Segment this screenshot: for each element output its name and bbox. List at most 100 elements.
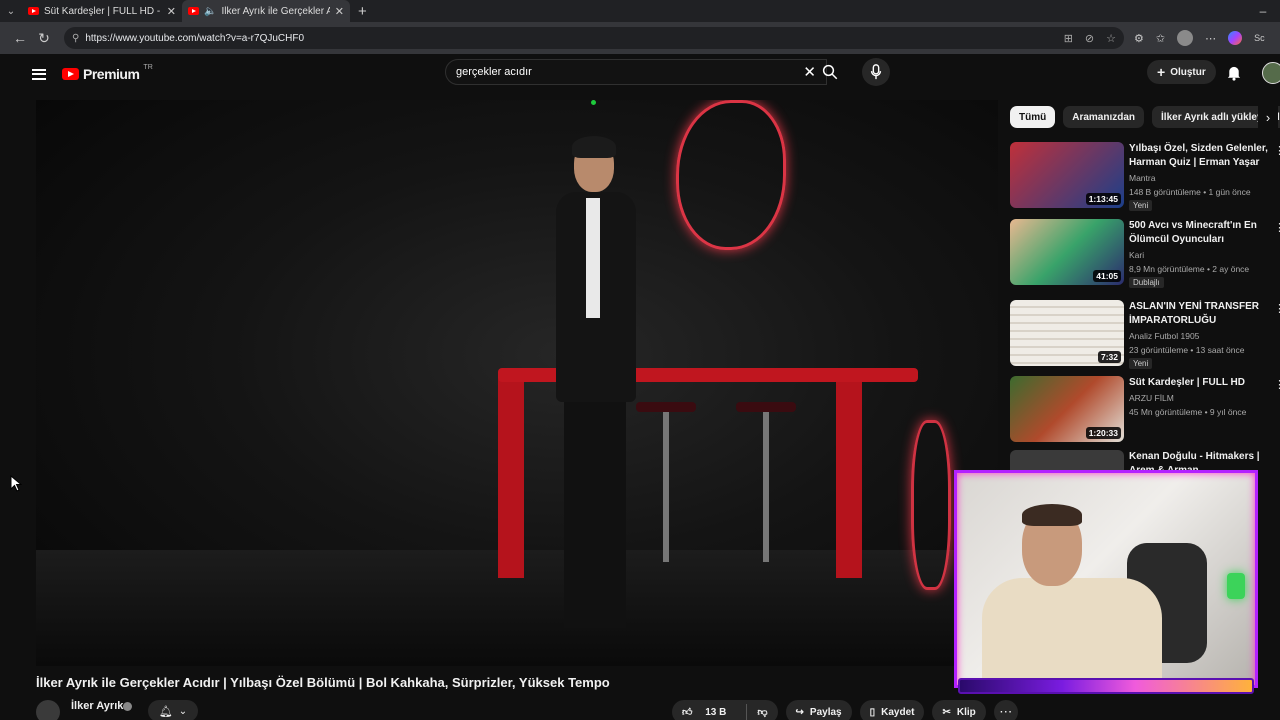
url-text: https://www.youtube.com/watch?v=a-r7QJuC… xyxy=(85,32,305,44)
share-icon: ↪ xyxy=(795,706,804,718)
search-box: ✕ xyxy=(445,59,827,85)
recommendation-item[interactable]: 7:32 ASLAN'IN YENİ TRANSFER İMPARATORLUĞ… xyxy=(1010,300,1280,372)
recommendation-title[interactable]: Kenan Doğulu - Hitmakers | Arem & Arman xyxy=(1129,450,1269,470)
more-options-icon[interactable]: ⋮ xyxy=(1274,302,1280,315)
stool xyxy=(736,402,796,412)
recommendation-item[interactable]: 41:05 500 Avcı vs Minecraft'ın En Ölümcü… xyxy=(1010,219,1280,291)
copilot-icon[interactable] xyxy=(1228,31,1243,45)
filter-chips: Tümü Aramanızdan İlker Ayrık adlı yükley… xyxy=(1010,106,1280,128)
tab-title: İlker Ayrık ile Gerçekler Acıdır xyxy=(221,5,330,17)
reload-icon[interactable]: ↻ xyxy=(32,30,56,47)
microphone-icon xyxy=(870,64,882,80)
close-tab-icon[interactable]: ✕ xyxy=(167,5,176,18)
recommendation-item[interactable]: Kenan Doğulu - Hitmakers | Arem & Arman xyxy=(1010,450,1280,470)
streamer-hair xyxy=(1022,504,1082,526)
video-player[interactable] xyxy=(36,100,998,666)
new-badge: Yeni xyxy=(1129,358,1153,369)
dubbed-badge: Dublajlı xyxy=(1129,277,1164,288)
video-thumbnail[interactable]: 1:13:45 xyxy=(1010,142,1124,208)
recommendation-title[interactable]: ASLAN'IN YENİ TRANSFER İMPARATORLUĞU YIL… xyxy=(1129,300,1269,328)
create-button[interactable]: + Oluştur xyxy=(1147,60,1216,84)
channel-name[interactable]: İlker Ayrık xyxy=(71,700,123,712)
video-actions: 👍︎ 13 B 👎︎ ↪ Paylaş ▯ Kaydet ✂ Klip ⋯ xyxy=(672,700,1018,720)
chip-all[interactable]: Tümü xyxy=(1010,106,1056,128)
tracking-icon[interactable]: ⊘ xyxy=(1085,32,1094,45)
more-actions-button[interactable]: ⋯ xyxy=(993,700,1018,720)
search-input[interactable] xyxy=(456,66,804,78)
more-options-icon[interactable]: ⋮ xyxy=(1274,378,1280,391)
recommendation-title[interactable]: 500 Avcı vs Minecraft'ın En Ölümcül Oyun… xyxy=(1129,219,1269,247)
save-button[interactable]: ▯ Kaydet xyxy=(859,700,925,720)
browser-tab-ilker-ayrik[interactable]: 🔈 İlker Ayrık ile Gerçekler Acıdır ✕ xyxy=(182,0,350,22)
video-thumbnail[interactable]: 7:32 xyxy=(1010,300,1124,366)
clip-label: Klip xyxy=(956,706,976,718)
bell-icon: 🔔︎ xyxy=(158,705,173,718)
recommendation-title[interactable]: Yılbaşı Özel, Sizden Gelenler, Harman Qu… xyxy=(1129,142,1269,170)
browser-tab-bar: ⌄ Süt Kardeşler | FULL HD - YouTube ✕ 🔈 … xyxy=(0,0,1280,22)
extensions-icon[interactable]: ⚙ xyxy=(1134,32,1144,45)
more-options-icon[interactable]: ⋯ xyxy=(1205,32,1216,45)
logo-region: TR xyxy=(143,64,153,71)
video-title: İlker Ayrık ile Gerçekler Acıdır | Yılba… xyxy=(36,675,610,690)
recommendation-channel[interactable]: ARZU FİLM xyxy=(1129,393,1174,403)
profile-avatar[interactable] xyxy=(1177,30,1194,46)
clear-search-icon[interactable]: ✕ xyxy=(803,63,816,81)
browser-address-bar: ← ↻ ⚲ https://www.youtube.com/watch?v=a-… xyxy=(0,22,1280,54)
recommendation-meta: 23 görüntüleme • 13 saat önce xyxy=(1129,345,1245,355)
search-button[interactable] xyxy=(817,59,843,85)
share-label: Paylaş xyxy=(809,706,842,718)
video-thumbnail[interactable] xyxy=(1010,450,1124,470)
favorites-icon[interactable]: ✩ xyxy=(1156,32,1165,45)
like-dislike-group: 👍︎ 13 B 👎︎ xyxy=(672,700,778,720)
video-thumbnail[interactable]: 41:05 xyxy=(1010,219,1124,285)
back-arrow-icon[interactable]: ← xyxy=(8,30,32,46)
recommendation-channel[interactable]: Mantra xyxy=(1129,173,1155,183)
presenter-legs xyxy=(564,398,626,628)
more-options-icon[interactable]: ⋮ xyxy=(1274,144,1280,157)
more-options-icon[interactable]: ⋮ xyxy=(1274,221,1280,234)
window-controls: – xyxy=(1246,4,1280,18)
streamer-hoodie xyxy=(982,578,1162,685)
notifications-button[interactable] xyxy=(1226,64,1242,86)
channel-avatar[interactable] xyxy=(36,700,60,720)
account-avatar[interactable] xyxy=(1262,62,1280,84)
new-tab-button[interactable]: + xyxy=(350,3,375,20)
bookmark-star-icon[interactable]: ☆ xyxy=(1106,32,1116,45)
youtube-logo[interactable]: Premium TR xyxy=(62,64,153,82)
browser-tab-sut-kardesler[interactable]: Süt Kardeşler | FULL HD - YouTube ✕ xyxy=(22,0,182,22)
bell-icon xyxy=(1227,66,1241,81)
like-count: 13 B xyxy=(705,707,727,718)
duration-badge: 41:05 xyxy=(1093,270,1121,282)
copilot-label: Sc xyxy=(1254,33,1265,43)
install-app-icon[interactable]: ⊞ xyxy=(1064,32,1073,45)
share-button[interactable]: ↪ Paylaş xyxy=(785,700,852,720)
chip-from-search[interactable]: Aramanızdan xyxy=(1063,106,1145,128)
recommendation-item[interactable]: 1:13:45 Yılbaşı Özel, Sizden Gelenler, H… xyxy=(1010,142,1280,214)
like-button[interactable]: 👍︎ 13 B xyxy=(672,706,746,718)
presenter-hair xyxy=(572,136,616,158)
recommendation-meta: 148 B görüntüleme • 1 gün önce xyxy=(1129,187,1251,197)
youtube-favicon-icon xyxy=(188,7,199,15)
youtube-favicon-icon xyxy=(28,7,39,15)
speaker-icon[interactable]: 🔈 xyxy=(204,6,216,17)
dislike-button[interactable]: 👎︎ xyxy=(747,706,777,718)
tab-search-chevron-icon[interactable]: ⌄ xyxy=(0,0,22,22)
recommendation-title[interactable]: Süt Kardeşler | FULL HD xyxy=(1129,376,1269,390)
url-field[interactable]: ⚲ https://www.youtube.com/watch?v=a-r7QJ… xyxy=(64,27,1124,49)
recommendation-channel[interactable]: Kari xyxy=(1129,250,1144,260)
video-thumbnail[interactable]: 1:20:33 xyxy=(1010,376,1124,442)
minimize-icon[interactable]: – xyxy=(1246,4,1280,18)
chevron-right-icon[interactable]: › xyxy=(1258,106,1278,128)
neon-sign xyxy=(676,100,786,250)
voice-search-button[interactable] xyxy=(862,58,890,86)
menu-icon[interactable] xyxy=(32,68,46,80)
bookmark-icon: ▯ xyxy=(869,706,876,718)
stool-pole xyxy=(663,412,669,562)
recommendation-item[interactable]: 1:20:33 Süt Kardeşler | FULL HD ARZU FİL… xyxy=(1010,376,1280,448)
recommendation-channel[interactable]: Analiz Futbol 1905 xyxy=(1129,331,1199,341)
duration-badge: 1:13:45 xyxy=(1085,193,1121,205)
clip-button[interactable]: ✂ Klip xyxy=(932,700,986,720)
close-tab-icon[interactable]: ✕ xyxy=(335,5,344,18)
site-info-icon[interactable]: ⚲ xyxy=(72,33,79,44)
subscription-bell-button[interactable]: 🔔︎ ⌄ xyxy=(148,700,198,720)
